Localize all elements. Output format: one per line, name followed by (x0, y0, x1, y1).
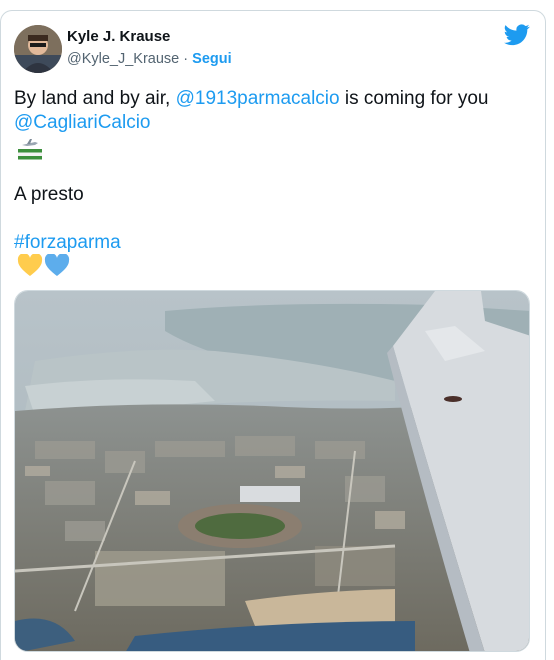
separator: · (183, 51, 189, 67)
author-meta: @Kyle_J_Krause · Segui (67, 51, 232, 67)
tweet-card: Kyle J. Krause @Kyle_J_Krause · Segui By… (0, 10, 546, 660)
mention-cagliari[interactable]: @CagliariCalcio (14, 112, 151, 133)
follow-button[interactable]: Segui (192, 51, 231, 67)
blue-heart-emoji (44, 253, 70, 276)
heart-emojis (17, 253, 71, 283)
tweet-text-prefix: By land and by air, (14, 88, 176, 109)
tweet-text-line-2: @CagliariCalcio (14, 111, 151, 135)
plane-and-flag-emoji (18, 139, 42, 160)
tweet-text-line-1: By land and by air, @1913parmacalcio is … (14, 87, 489, 111)
yellow-heart-emoji (17, 253, 43, 276)
tweet-text-suffix: is coming for you (339, 88, 489, 109)
avatar[interactable] (14, 25, 62, 73)
author-name[interactable]: Kyle J. Krause (67, 28, 170, 45)
hashtag-forzaparma[interactable]: #forzaparma (14, 232, 121, 253)
hashtag-line: #forzaparma (14, 231, 121, 255)
author-handle[interactable]: @Kyle_J_Krause (67, 51, 179, 67)
tweet-photo[interactable] (14, 290, 530, 652)
twitter-bird-icon[interactable] (504, 24, 530, 46)
mention-parma[interactable]: @1913parmacalcio (176, 88, 340, 109)
tweet-text-line-3: A presto (14, 184, 84, 205)
